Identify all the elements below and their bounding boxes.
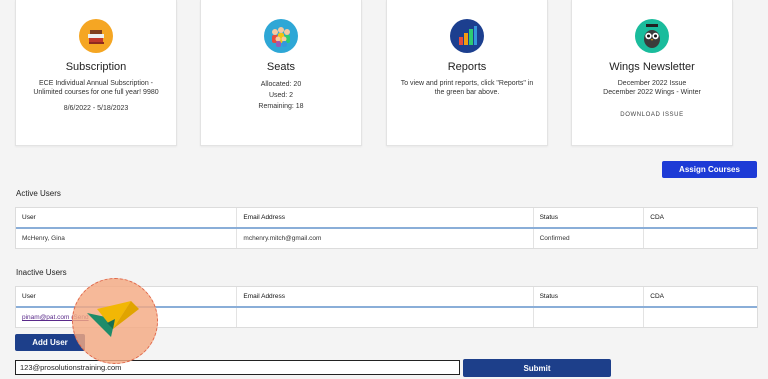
- status-cell: Confirmed: [534, 229, 645, 248]
- seats-allocated: Allocated: 20: [260, 81, 302, 88]
- card-title: Seats: [266, 61, 296, 73]
- table-row[interactable]: McHenry, Gina mchenry.mitch@gmail.com Co…: [16, 229, 757, 248]
- assign-courses-button[interactable]: Assign Courses: [662, 161, 757, 178]
- card-title: Wings Newsletter: [609, 61, 695, 73]
- card-title: Reports: [447, 61, 487, 73]
- card-text: ECE Individual Annual Subscription - Unl…: [16, 79, 176, 113]
- user-name-cell: McHenry, Gina: [16, 229, 238, 248]
- subscription-card: Subscription ECE Individual Annual Subsc…: [15, 0, 177, 146]
- newsletter-issue: December 2022 Issue: [617, 80, 687, 87]
- column-header-user[interactable]: User: [16, 208, 238, 227]
- people-icon: [264, 19, 298, 53]
- download-issue-link[interactable]: DOWNLOAD ISSUE: [572, 112, 732, 118]
- card-title: Subscription: [65, 61, 127, 73]
- table-header-row: User Email Address Status CDA: [16, 208, 757, 229]
- card-text: To view and print reports, click "Report…: [400, 80, 534, 96]
- active-users-heading: Active Users: [16, 189, 61, 198]
- bar-chart-icon: [450, 19, 484, 53]
- books-icon: [79, 19, 113, 53]
- column-header-cda[interactable]: CDA: [644, 287, 757, 306]
- seats-remaining: Remaining: 18: [258, 103, 304, 110]
- card-text: December 2022 Issue December 2022 Wings …: [572, 79, 732, 97]
- card-text: Allocated: 20 Used: 2 Remaining: 18: [201, 79, 361, 112]
- subscription-dates: 8/6/2022 - 5/18/2023: [63, 105, 129, 112]
- column-header-status[interactable]: Status: [534, 208, 645, 227]
- cursor-logo-icon: [87, 301, 139, 337]
- newsletter-card: Wings Newsletter December 2022 Issue Dec…: [571, 0, 733, 146]
- reports-card: Reports To view and print reports, click…: [386, 0, 548, 146]
- cda-cell: [644, 308, 757, 327]
- owl-icon: [635, 19, 669, 53]
- seats-used: Used: 2: [268, 92, 294, 99]
- column-header-status[interactable]: Status: [534, 287, 645, 306]
- column-header-email[interactable]: Email Address: [237, 208, 534, 227]
- status-cell: [534, 308, 645, 327]
- cda-cell: [644, 229, 757, 248]
- newsletter-edition: December 2022 Wings - Winter: [603, 89, 701, 96]
- email-cell: mchenry.mitch@gmail.com: [237, 229, 534, 248]
- inactive-users-heading: Inactive Users: [16, 268, 67, 277]
- seats-card: Seats Allocated: 20 Used: 2 Remaining: 1…: [200, 0, 362, 146]
- click-highlight-overlay: [72, 278, 158, 364]
- column-header-email[interactable]: Email Address: [237, 287, 534, 306]
- submit-button[interactable]: Submit: [463, 359, 611, 377]
- column-header-cda[interactable]: CDA: [644, 208, 757, 227]
- email-cell: [237, 308, 534, 327]
- active-users-table: User Email Address Status CDA McHenry, G…: [15, 207, 758, 249]
